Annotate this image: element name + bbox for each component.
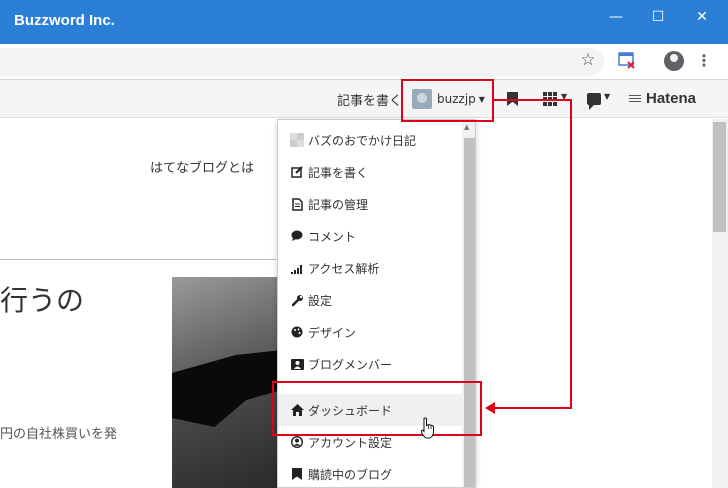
close-icon[interactable]: ✕ <box>684 6 720 28</box>
menu-item-label: ブログメンバー <box>308 357 393 372</box>
annotation-line <box>493 99 572 101</box>
page-scrollbar-thumb[interactable] <box>713 122 726 232</box>
article-headline[interactable]: 行うの <box>0 279 84 319</box>
wrench-icon <box>290 293 304 307</box>
hatena-logo[interactable]: Hatena <box>646 90 696 107</box>
signal-icon <box>290 261 304 275</box>
star-icon[interactable]: ☆ <box>578 50 598 70</box>
blog-icon <box>290 133 304 147</box>
menu-item-comment[interactable]: コメント <box>278 220 462 252</box>
menu-item-blog[interactable]: バズのおでかけ日記 <box>278 124 462 156</box>
browser-toolbar: ☆ ⋮ <box>0 44 728 80</box>
menu-item-settings[interactable]: 設定 <box>278 284 462 316</box>
annotation-line <box>494 407 572 409</box>
menu-item-label: アカウント設定 <box>308 435 393 450</box>
menu-item-label: 購読中のブログ <box>308 467 393 482</box>
arrow-left-icon <box>485 402 495 414</box>
browser-menu-icon[interactable]: ⋮ <box>696 50 712 72</box>
menu-item-label: コメント <box>308 229 357 244</box>
comment-icon <box>290 229 304 243</box>
chat-icon[interactable] <box>587 93 601 110</box>
bookmark-icon <box>290 467 304 481</box>
hatena-mark-icon <box>629 95 641 105</box>
maximize-icon[interactable]: ☐ <box>640 6 676 28</box>
palette-icon <box>290 325 304 339</box>
menu-item-label: バズのおでかけ日記 <box>308 133 417 148</box>
highlight-box-dashboard <box>272 381 482 436</box>
divider <box>0 259 276 260</box>
window-titlebar: Buzzword Inc. — ☐ ✕ <box>0 0 728 44</box>
menu-item-label: 設定 <box>308 293 333 308</box>
menu-item-write[interactable]: 記事を書く <box>278 156 462 188</box>
article-thumbnail[interactable] <box>172 277 278 488</box>
account-icon <box>290 435 304 449</box>
hand-cursor-icon <box>420 417 434 439</box>
menu-item-subscriptions[interactable]: 購読中のブログ <box>278 458 462 487</box>
members-icon <box>290 357 304 371</box>
highlight-box-user-menu <box>401 79 494 122</box>
menu-item-members[interactable]: ブログメンバー <box>278 348 462 380</box>
edit-icon <box>290 165 304 179</box>
menu-item-analytics[interactable]: アクセス解析 <box>278 252 462 284</box>
document-icon <box>290 197 304 211</box>
scroll-up-icon[interactable]: ▲ <box>464 123 469 131</box>
menu-item-label: デザイン <box>308 325 357 340</box>
about-link[interactable]: はてなブログとは <box>150 157 254 176</box>
minimize-icon[interactable]: — <box>598 6 634 28</box>
address-bar[interactable] <box>0 48 604 76</box>
menu-item-label: 記事を書く <box>308 165 369 180</box>
extension-icon[interactable] <box>618 52 636 70</box>
menu-item-design[interactable]: デザイン <box>278 316 462 348</box>
article-excerpt: 円の自社株買いを発 <box>0 427 118 442</box>
chevron-down-icon: ▼ <box>604 92 611 101</box>
menu-item-label: 記事の管理 <box>308 197 369 212</box>
hatena-header: 記事を書く buzzjp ▼ ▼ ▼ Hatena <box>0 80 728 118</box>
menu-item-manage[interactable]: 記事の管理 <box>278 188 462 220</box>
write-article-link[interactable]: 記事を書く <box>337 90 402 109</box>
profile-icon[interactable] <box>664 51 684 71</box>
menu-item-label: アクセス解析 <box>308 261 380 276</box>
window-title: Buzzword Inc. <box>14 12 115 29</box>
annotation-line <box>570 99 572 409</box>
